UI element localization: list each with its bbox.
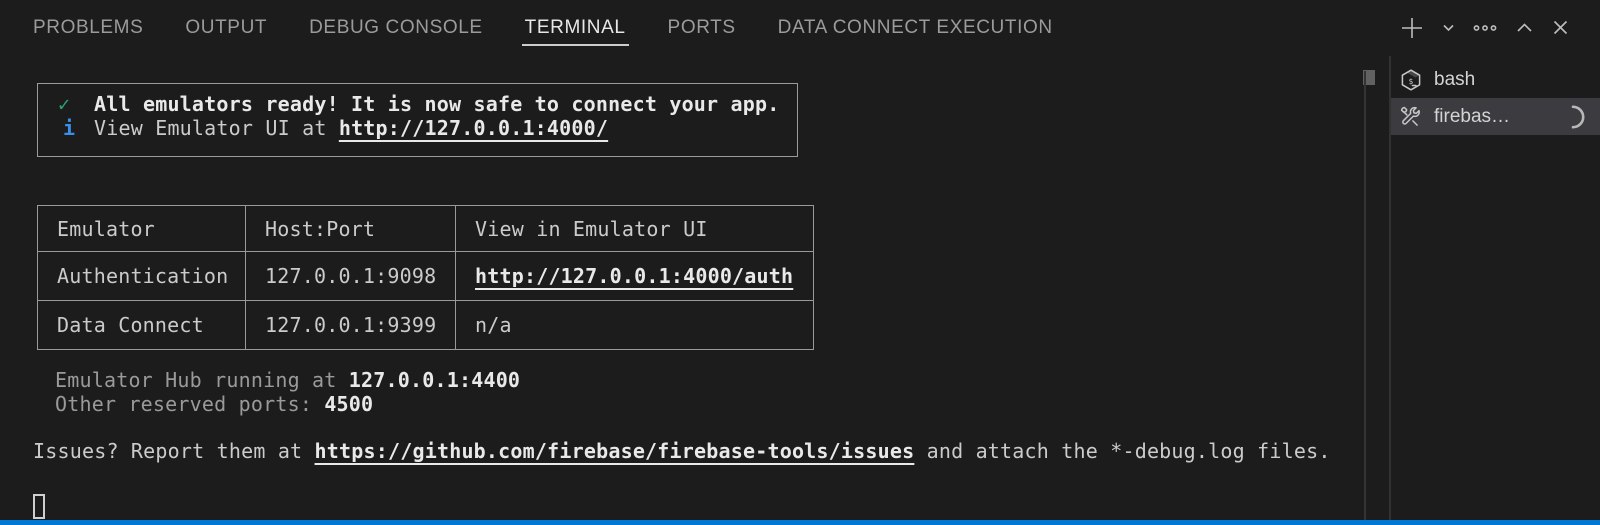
banner-ui-line: View Emulator UI at http://127.0.0.1:400… [94,116,608,140]
close-panel-icon[interactable] [1551,18,1570,37]
tools-icon [1399,105,1423,129]
terminal-tab-bash[interactable]: $ bash [1391,61,1600,98]
maximize-panel-chevron-up-icon[interactable] [1515,18,1534,37]
col-header-host-port: Host:Port [246,206,456,252]
more-actions-icon[interactable] [1472,15,1498,41]
hub-line: Emulator Hub running at 127.0.0.1:4400 [55,368,520,392]
cell-host-port: 127.0.0.1:9399 [246,301,456,350]
terminal-tab-firebase[interactable]: firebas… [1391,98,1600,135]
issues-prefix: Issues? Report them at [33,439,315,463]
loading-spinner-icon [1560,104,1586,130]
status-bar-top-edge [0,520,1600,525]
banner-message: All emulators ready! It is now safe to c… [94,92,780,116]
tab-problems[interactable]: PROBLEMS [33,2,143,54]
new-terminal-icon[interactable] [1399,15,1425,41]
issues-suffix: and attach the *-debug.log files. [914,439,1330,463]
table-row: Data Connect 127.0.0.1:9399 n/a [38,301,814,350]
table-row: Authentication 127.0.0.1:9098 http://127… [38,252,814,301]
terminal-tabs-list: $ bash firebas… [1391,61,1600,135]
bash-terminal-icon: $ [1399,68,1423,92]
reserved-ports-prefix: Other reserved ports: [55,392,324,416]
reserved-ports-value: 4500 [324,392,373,416]
col-header-emulator: Emulator [38,206,246,252]
check-icon: ✓ [58,92,70,116]
banner-ui-prefix: View Emulator UI at [94,116,339,140]
cell-emulator-name: Authentication [38,252,246,301]
reserved-ports-line: Other reserved ports: 4500 [55,392,373,416]
terminal-tab-label: bash [1434,69,1475,91]
emulators-ready-banner: ✓ All emulators ready! It is now safe to… [37,83,798,157]
panel-tab-bar: PROBLEMS OUTPUT DEBUG CONSOLE TERMINAL P… [0,0,1600,55]
hub-address: 127.0.0.1:4400 [349,368,520,392]
terminal-tab-label: firebas… [1434,106,1510,128]
launch-profile-chevron-down-icon[interactable] [1442,21,1455,34]
emulator-table-header-row: Emulator Host:Port View in Emulator UI [38,206,814,252]
auth-emulator-ui-link[interactable]: http://127.0.0.1:4000/auth [475,264,793,288]
panel-actions [1399,0,1570,55]
issues-line: Issues? Report them at https://github.co… [33,439,1331,463]
hub-line-prefix: Emulator Hub running at [55,368,349,392]
tab-debug-console[interactable]: DEBUG CONSOLE [309,2,483,54]
cell-host-port: 127.0.0.1:9098 [246,252,456,301]
info-icon: i [63,116,75,140]
tab-data-connect-execution[interactable]: DATA CONNECT EXECUTION [778,2,1053,54]
github-issues-link[interactable]: https://github.com/firebase/firebase-too… [315,439,915,463]
terminal-scrollbar-track [1364,71,1366,520]
tab-terminal[interactable]: TERMINAL [525,2,626,54]
tab-ports[interactable]: PORTS [668,2,736,54]
emulator-ui-link[interactable]: http://127.0.0.1:4000/ [339,116,608,140]
cell-view-ui: n/a [456,301,814,350]
terminal-viewport[interactable]: ✓ All emulators ready! It is now safe to… [0,55,1360,520]
tab-output[interactable]: OUTPUT [185,2,267,54]
cell-emulator-name: Data Connect [38,301,246,350]
col-header-view-ui: View in Emulator UI [456,206,814,252]
terminal-cursor [33,494,45,519]
emulator-table: Emulator Host:Port View in Emulator UI A… [37,205,814,350]
